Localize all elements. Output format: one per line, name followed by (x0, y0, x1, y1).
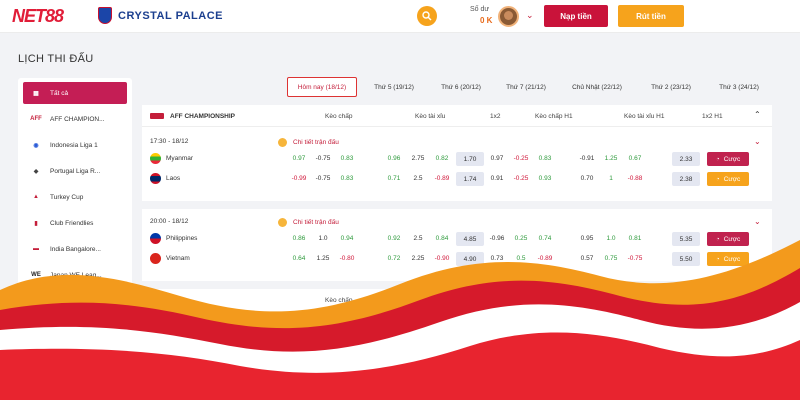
decorative-wave-banner (0, 240, 800, 400)
